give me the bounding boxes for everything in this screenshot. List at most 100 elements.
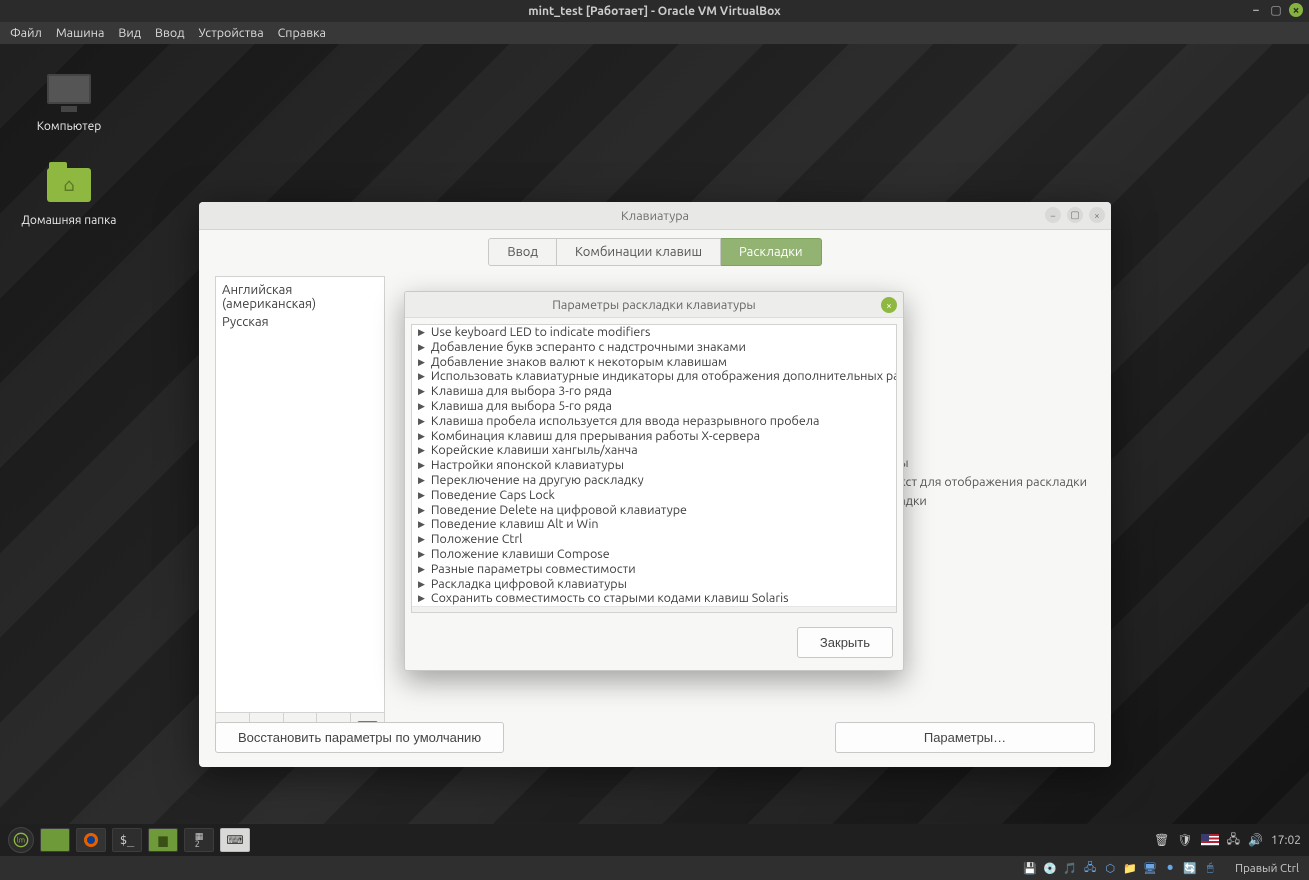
layout-item[interactable]: Английская (американская) [222, 281, 378, 313]
option-row[interactable]: ▶ Разные параметры совместимости [412, 562, 896, 577]
start-menu-button[interactable]: lm [8, 827, 34, 853]
option-row[interactable]: ▶Добавление букв эсперанто с надстрочным… [412, 340, 896, 355]
vbox-title: mint_test [Работает] - Oracle VM Virtual… [528, 5, 780, 18]
tray-clock[interactable]: 17:02 [1271, 834, 1301, 847]
restore-defaults-button[interactable]: Восстановить параметры по умолчанию [215, 722, 504, 753]
vbox-display-icon[interactable]: 🖥 [1143, 861, 1157, 875]
tray-keyboard-layout-icon[interactable] [1201, 834, 1219, 846]
option-label: Раскладка цифровой клавиатуры [431, 577, 627, 592]
taskbar-item-terminal[interactable]: $_ [112, 828, 142, 852]
option-label: Использовать клавиатурные индикаторы для… [431, 369, 896, 384]
tab-layouts[interactable]: Раскладки [721, 238, 822, 266]
mint-logo-icon: lm [13, 832, 29, 848]
system-tray: 🗑 🛡 🖧 🔊 17:02 [1154, 830, 1301, 851]
vbox-close-icon[interactable]: × [1289, 3, 1303, 17]
option-row[interactable]: ▶ Использовать клавиатурные индикаторы дл… [412, 369, 896, 384]
option-row[interactable]: ▶Use keyboard LED to indicate modifiers [412, 325, 896, 340]
option-row[interactable]: ▶Добавление знаков валют к некоторым кла… [412, 355, 896, 370]
option-label: Разные параметры совместимости [431, 562, 636, 577]
option-label: Переключение на другую раскладку [431, 473, 644, 488]
settings-icon: ⌨ [226, 833, 243, 847]
dialog-titlebar[interactable]: Параметры раскладки клавиатуры × [405, 292, 903, 318]
vbox-cpu-icon[interactable]: 🔄 [1183, 861, 1197, 875]
option-row[interactable]: ▶Клавиша для выбора 5-го ряда [412, 399, 896, 414]
vbox-minimize-icon[interactable]: − [1249, 3, 1263, 17]
desktop-icon-home[interactable]: Домашняя папка [14, 164, 124, 227]
taskbar-item-show-desktop[interactable] [40, 828, 70, 852]
desktop-icon-label: Домашняя папка [14, 214, 124, 227]
vbox-shared-folder-icon[interactable]: 📁 [1123, 861, 1137, 875]
vbox-menu-input[interactable]: Ввод [155, 26, 184, 40]
vbox-menu-view[interactable]: Вид [118, 26, 141, 40]
tray-shield-icon[interactable]: 🛡 [1177, 833, 1192, 847]
option-row[interactable]: ▶Поведение Delete на цифровой клавиатуре [412, 503, 896, 518]
option-row[interactable]: ▶Корейские клавиши хангыль/ханча [412, 443, 896, 458]
option-row[interactable]: ▶Раскладка цифровой клавиатуры [412, 577, 896, 592]
terminal-icon: $_ [120, 833, 134, 847]
option-label: Положение клавиши Compose [431, 547, 610, 562]
vbox-menu-help[interactable]: Справка [278, 26, 326, 40]
expand-icon: ▶ [418, 399, 425, 414]
vbox-usb-icon[interactable]: ⬡ [1103, 861, 1117, 875]
expand-icon: ▶ [418, 414, 425, 429]
option-label: Поведение Delete на цифровой клавиатуре [431, 503, 687, 518]
desktop-icon-computer[interactable]: Компьютер [14, 74, 124, 133]
option-row[interactable]: ▶Поведение клавиш Alt и Win [412, 517, 896, 532]
option-row[interactable]: ▶Клавиша пробела используется для ввода … [412, 414, 896, 429]
options-button[interactable]: Параметры… [835, 722, 1095, 753]
expand-icon: ▶ [418, 547, 425, 562]
expand-icon: ▶ [418, 562, 425, 577]
tray-updates-icon[interactable]: 🗑 [1154, 833, 1169, 847]
vbox-optical-icon[interactable]: 💿 [1043, 861, 1057, 875]
taskbar-item-workspaces[interactable]: ▦2 [184, 828, 214, 852]
window-close-icon[interactable]: × [1089, 207, 1105, 223]
expand-icon: ▶ [418, 517, 425, 532]
option-list[interactable]: ▶Use keyboard LED to indicate modifiers▶… [411, 324, 897, 613]
taskbar-item-files[interactable]: ▆ [148, 828, 178, 852]
dialog-title: Параметры раскладки клавиатуры [552, 298, 755, 312]
tray-network-icon[interactable]: 🖧 [1227, 830, 1240, 851]
option-row[interactable]: ▶Поведение Caps Lock [412, 488, 896, 503]
guest-desktop: Компьютер Домашняя папка Клавиатура − ▢ … [0, 44, 1309, 856]
layout-item[interactable]: Русская [222, 313, 378, 331]
option-row[interactable]: ▶ Клавиша для выбора 3-го ряда [412, 384, 896, 399]
vbox-network-icon[interactable]: 🖧 [1083, 861, 1097, 875]
option-label: Комбинация клавиш для прерывания работы … [431, 429, 760, 444]
taskbar-item-firefox[interactable] [76, 828, 106, 852]
close-button[interactable]: Закрыть [797, 627, 893, 658]
option-label: Клавиша для выбора 3-го ряда [431, 384, 612, 399]
tabs: Ввод Комбинации клавиш Раскладки [199, 238, 1111, 266]
vbox-menu-devices[interactable]: Устройства [199, 26, 264, 40]
window-minimize-icon[interactable]: − [1045, 207, 1061, 223]
expand-icon: ▶ [418, 532, 425, 547]
option-row[interactable]: ▶Сохранить совместимость со старыми кода… [412, 591, 896, 606]
option-row[interactable]: ▶Переключение на другую раскладку [412, 473, 896, 488]
taskbar-item-keyboard-settings[interactable]: ⌨ [220, 828, 250, 852]
window-titlebar[interactable]: Клавиатура − ▢ × [199, 202, 1111, 230]
vbox-recording-icon[interactable]: ⏺ [1163, 861, 1177, 875]
vbox-menu-machine[interactable]: Машина [56, 26, 105, 40]
option-label: Сохранить совместимость со старыми кодам… [431, 591, 789, 606]
layouts-list[interactable]: Английская (американская) Русская [215, 276, 385, 713]
vbox-maximize-icon[interactable]: ▢ [1269, 3, 1283, 17]
expand-icon: ▶ [418, 384, 425, 399]
layouts-panel: Английская (американская) Русская + − ↑ … [215, 276, 385, 742]
dialog-close-icon[interactable]: × [881, 297, 897, 313]
tab-shortcuts[interactable]: Комбинации клавиш [557, 238, 721, 266]
option-label: Корейские клавиши хангыль/ханча [431, 443, 638, 458]
vbox-menu-file[interactable]: Файл [10, 26, 42, 40]
vbox-hdd-icon[interactable]: 💾 [1023, 861, 1037, 875]
option-row[interactable]: ▶Комбинация клавиш для прерывания работы… [412, 429, 896, 444]
desktop-icon-label: Компьютер [14, 120, 124, 133]
vbox-menubar: Файл Машина Вид Ввод Устройства Справка [0, 22, 1309, 44]
window-maximize-icon[interactable]: ▢ [1067, 207, 1083, 223]
tab-typing[interactable]: Ввод [488, 238, 557, 266]
option-row[interactable]: ▶Положение Ctrl [412, 532, 896, 547]
expand-icon: ▶ [418, 458, 425, 473]
expand-icon: ▶ [418, 369, 425, 384]
option-row[interactable]: ▶Настройки японской клавиатуры [412, 458, 896, 473]
tray-volume-icon[interactable]: 🔊 [1248, 833, 1263, 847]
option-row[interactable]: ▶ Положение клавиши Compose [412, 547, 896, 562]
vbox-audio-icon[interactable]: 🎵 [1063, 861, 1077, 875]
vbox-mouse-icon[interactable]: 🖱 [1203, 861, 1217, 875]
